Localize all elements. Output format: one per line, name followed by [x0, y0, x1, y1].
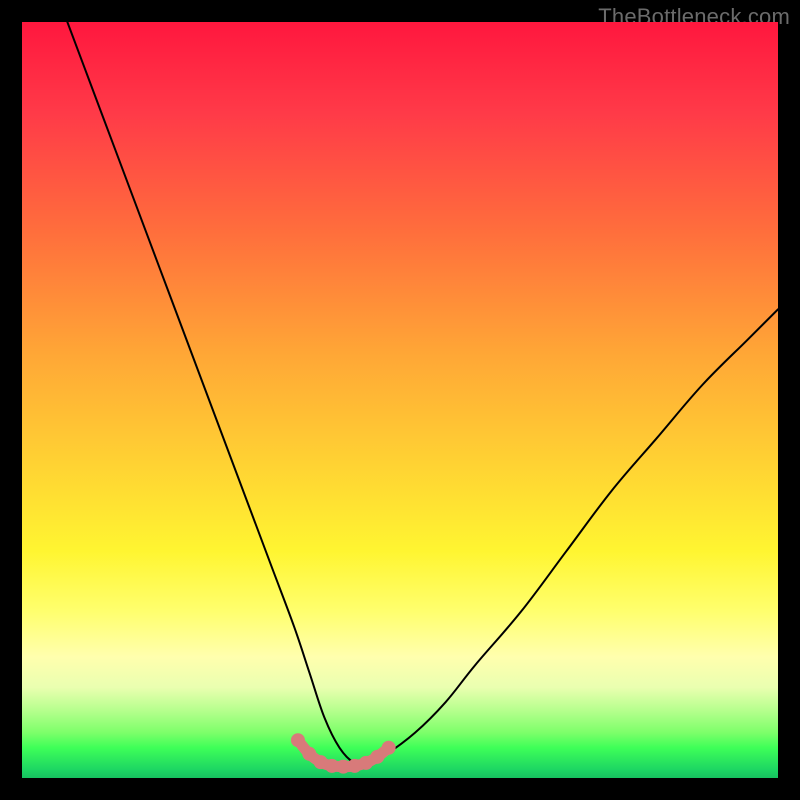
valley-highlight-dot	[302, 747, 316, 761]
valley-highlight-dot	[370, 750, 384, 764]
bottleneck-curve	[67, 22, 778, 764]
valley-highlight-dot	[291, 733, 305, 747]
chart-frame: TheBottleneck.com	[0, 0, 800, 800]
valley-highlight-dot	[382, 741, 396, 755]
chart-svg	[22, 22, 778, 778]
plot-area	[22, 22, 778, 778]
